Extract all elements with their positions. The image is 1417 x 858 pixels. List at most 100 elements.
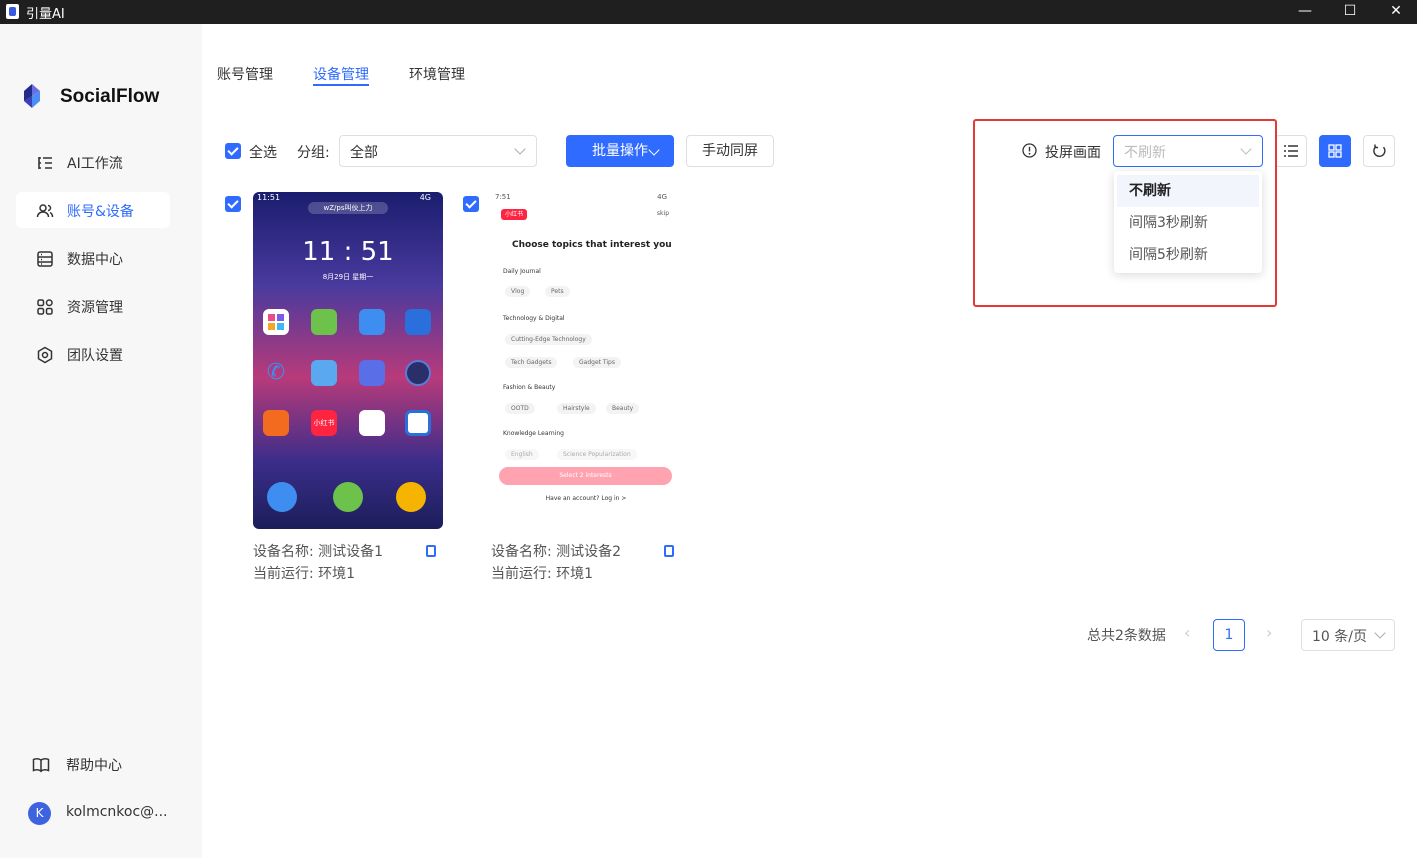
app-icon[interactable] bbox=[359, 360, 385, 386]
next-page-button[interactable]: › bbox=[1266, 623, 1272, 642]
sidebar-item-resources[interactable]: 资源管理 bbox=[16, 288, 170, 324]
brand-name: SocialFlow bbox=[60, 86, 160, 107]
topic-tag[interactable]: English bbox=[505, 449, 539, 460]
socialflow-logo-icon bbox=[24, 84, 40, 108]
app-icon[interactable] bbox=[405, 360, 431, 386]
sidebar-item-team-settings[interactable]: 团队设置 bbox=[16, 336, 170, 372]
device-1-name: 设备名称: 测试设备1 bbox=[253, 544, 384, 560]
copy-icon[interactable] bbox=[664, 545, 674, 557]
sidebar-item-ai-workflow[interactable]: AI工作流 bbox=[16, 144, 170, 180]
refresh-option-3s[interactable]: 间隔3秒刷新 bbox=[1117, 207, 1259, 239]
topic-tag[interactable]: Cutting-Edge Technology bbox=[505, 334, 592, 345]
app-icon[interactable]: 小红书 bbox=[311, 410, 337, 436]
manual-sync-button[interactable]: 手动同屏 bbox=[686, 135, 774, 167]
dock-app-icon[interactable] bbox=[396, 482, 426, 512]
app-icon[interactable] bbox=[405, 309, 431, 335]
group-label: 分组: bbox=[297, 145, 330, 161]
topics-heading: Choose topics that interest you bbox=[512, 240, 672, 250]
topic-tag[interactable]: Beauty bbox=[606, 403, 640, 414]
refresh-dropdown: 不刷新 间隔3秒刷新 间隔5秒刷新 bbox=[1114, 171, 1262, 273]
sidebar-item-label: 数据中心 bbox=[67, 252, 123, 268]
copy-icon[interactable] bbox=[426, 545, 436, 557]
batch-operation-label: 批量操作 bbox=[592, 143, 648, 159]
tab-account-management[interactable]: 账号管理 bbox=[217, 64, 273, 84]
refresh-option-5s[interactable]: 间隔5秒刷新 bbox=[1117, 239, 1259, 271]
avatar: K bbox=[28, 802, 51, 825]
brand-logo[interactable]: SocialFlow bbox=[22, 82, 202, 112]
prev-page-button[interactable]: ‹ bbox=[1184, 623, 1190, 642]
page-size-select[interactable]: 10 条/页 bbox=[1301, 619, 1395, 651]
sidebar-item-accounts-devices[interactable]: 账号&设备 bbox=[16, 192, 170, 228]
book-icon bbox=[32, 758, 50, 773]
device-1-env: 当前运行: 环境1 bbox=[253, 566, 356, 582]
sidebar-item-label: AI工作流 bbox=[67, 156, 123, 172]
app-icon[interactable] bbox=[311, 360, 337, 386]
grid-view-button[interactable] bbox=[1319, 135, 1351, 167]
minimize-button[interactable]: — bbox=[1282, 0, 1328, 24]
close-button[interactable]: ✕ bbox=[1373, 0, 1417, 24]
app-icon[interactable] bbox=[311, 309, 337, 335]
batch-operation-button[interactable]: 批量操作 bbox=[566, 135, 674, 167]
section-title: Technology & Digital bbox=[503, 315, 565, 322]
sidebar-item-label: 资源管理 bbox=[67, 300, 123, 316]
page-size-value: 10 条/页 bbox=[1312, 629, 1367, 645]
section-title: Fashion & Beauty bbox=[503, 384, 556, 391]
device-2-name: 设备名称: 测试设备2 bbox=[491, 544, 622, 560]
topic-tag[interactable]: OOTD bbox=[505, 403, 535, 414]
phone-status-signal: 4G bbox=[657, 193, 667, 201]
select-all-checkbox[interactable] bbox=[225, 143, 241, 159]
maximize-button[interactable]: ☐ bbox=[1327, 0, 1373, 24]
device-2-checkbox[interactable] bbox=[463, 196, 479, 212]
list-view-button[interactable] bbox=[1275, 135, 1307, 167]
app-icon[interactable] bbox=[359, 309, 385, 335]
topic-tag[interactable]: Pets bbox=[545, 286, 570, 297]
gear-icon bbox=[37, 346, 53, 364]
tab-device-management[interactable]: 设备管理 bbox=[313, 64, 369, 84]
topic-tag[interactable]: Hairstyle bbox=[557, 403, 596, 414]
device-2-env: 当前运行: 环境1 bbox=[491, 566, 594, 582]
login-link[interactable]: Have an account? Log in > bbox=[491, 495, 681, 502]
device-1-checkbox[interactable] bbox=[225, 196, 241, 212]
skip-link[interactable]: skip bbox=[657, 210, 669, 217]
device-2-screen[interactable]: 7:51 4G 小红书 skip Choose topics that inte… bbox=[491, 192, 681, 529]
page-1-button[interactable]: 1 bbox=[1213, 619, 1245, 651]
grid-icon bbox=[1328, 144, 1342, 158]
group-select[interactable]: 全部 bbox=[339, 135, 537, 167]
refresh-icon bbox=[1373, 144, 1386, 158]
dock-app-icon[interactable] bbox=[333, 482, 363, 512]
users-icon bbox=[36, 204, 54, 218]
section-title: Knowledge Learning bbox=[503, 430, 564, 437]
phone-icon[interactable]: ✆ bbox=[263, 360, 289, 386]
dock-app-icon[interactable] bbox=[267, 482, 297, 512]
sidebar: SocialFlow AI工作流 账号&设备 数据中心 资源管理 团队设置 帮助… bbox=[0, 24, 202, 858]
xiaohongshu-badge: 小红书 bbox=[501, 209, 528, 220]
refresh-button[interactable] bbox=[1363, 135, 1395, 167]
topic-tag[interactable]: Vlog bbox=[505, 286, 531, 297]
app-icon[interactable] bbox=[263, 309, 289, 335]
sidebar-item-label: 账号&设备 bbox=[67, 204, 134, 220]
topic-tag[interactable]: Gadget Tips bbox=[573, 357, 621, 368]
app-icon[interactable] bbox=[405, 410, 431, 436]
title-bar: 引量AI — ☐ ✕ bbox=[0, 0, 1417, 24]
help-center-link[interactable]: 帮助中心 bbox=[12, 746, 166, 782]
app-icon[interactable] bbox=[263, 410, 289, 436]
chevron-down-icon bbox=[514, 143, 526, 155]
list-icon bbox=[1284, 145, 1298, 157]
list-tree-icon bbox=[38, 157, 52, 169]
active-tab-indicator bbox=[313, 84, 369, 86]
topic-tag[interactable]: Tech Gadgets bbox=[505, 357, 558, 368]
topic-tag[interactable]: Science Popularization bbox=[557, 449, 637, 460]
chevron-down-icon bbox=[648, 144, 660, 156]
select-interests-button[interactable]: Select 2 interests bbox=[499, 467, 672, 485]
user-profile[interactable]: K kolmcnkoc@... bbox=[28, 802, 198, 826]
phone-date: 8月29日 星期一 bbox=[322, 273, 374, 281]
sidebar-item-label: 团队设置 bbox=[67, 348, 123, 364]
grid-icon bbox=[37, 299, 53, 315]
sidebar-item-data-center[interactable]: 数据中心 bbox=[16, 240, 170, 276]
phone-banner: wZ/ps叫伙上力 bbox=[308, 202, 388, 214]
user-name: kolmcnkoc@... bbox=[66, 804, 168, 820]
tab-environment-management[interactable]: 环境管理 bbox=[409, 64, 465, 84]
refresh-option-none[interactable]: 不刷新 bbox=[1117, 175, 1259, 207]
app-icon[interactable] bbox=[359, 410, 385, 436]
device-1-screen[interactable]: 11:51 4G wZ/ps叫伙上力 11 : 51 8月29日 星期一 ✆ 小… bbox=[253, 192, 443, 529]
